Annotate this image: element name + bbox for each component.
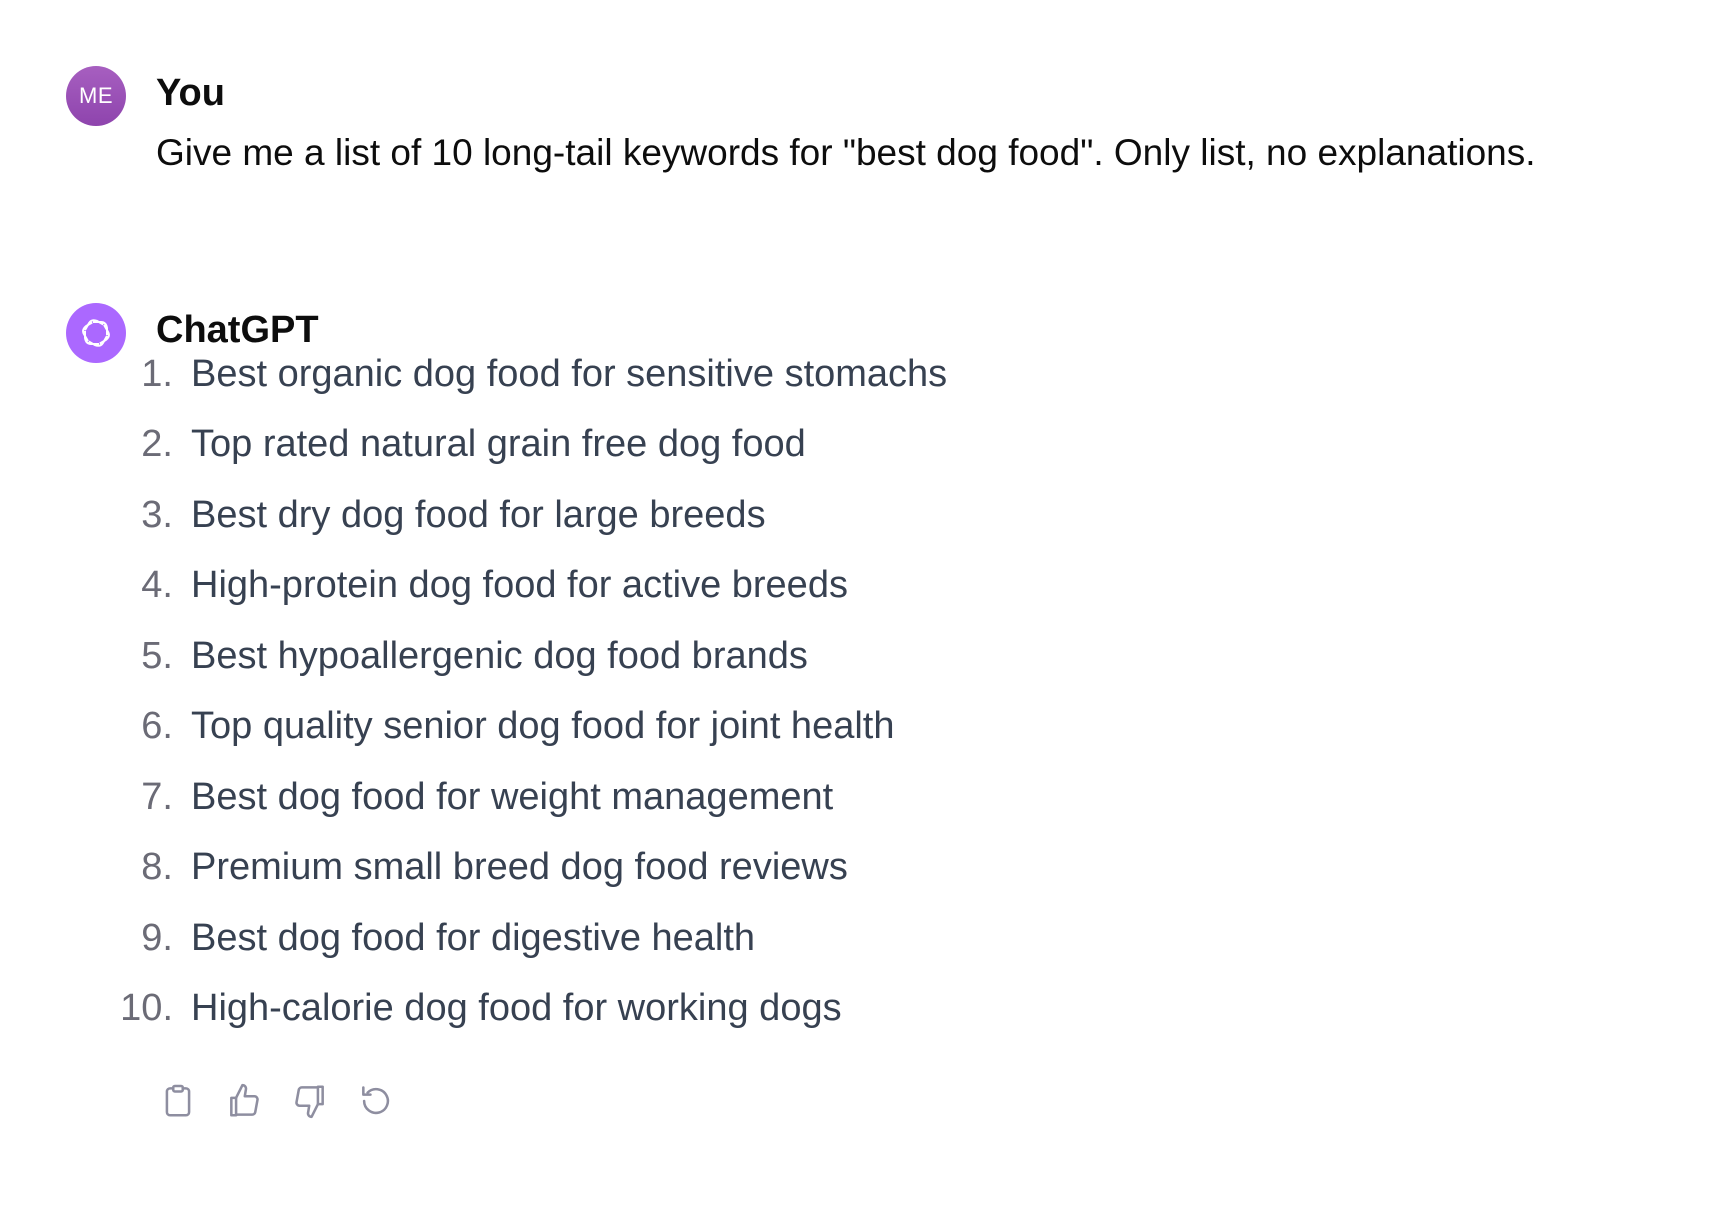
list-item-number: 2. xyxy=(141,423,173,466)
list-item-number: 10. xyxy=(120,987,173,1030)
list-item-number: 9. xyxy=(141,916,173,959)
list-item-text: Best dog food for digestive health xyxy=(191,916,756,959)
list-item: 1. Best organic dog food for sensitive s… xyxy=(66,339,947,410)
list-item-number: 3. xyxy=(141,493,173,536)
list-item-number: 7. xyxy=(141,775,173,818)
list-item: 7. Best dog food for weight management xyxy=(66,762,947,833)
list-item-text: Premium small breed dog food reviews xyxy=(191,846,848,889)
list-item-text: Best hypoallergenic dog food brands xyxy=(191,634,808,677)
list-item-text: High-calorie dog food for working dogs xyxy=(191,987,842,1030)
list-item: 8. Premium small breed dog food reviews xyxy=(66,833,947,904)
thumbs-up-icon xyxy=(230,1083,259,1117)
list-item-number: 4. xyxy=(141,564,173,607)
regenerate-icon xyxy=(362,1086,390,1115)
clipboard-icon xyxy=(165,1084,191,1117)
message-actions xyxy=(158,1081,396,1121)
list-item-text: Top rated natural grain free dog food xyxy=(191,423,806,466)
list-item-number: 5. xyxy=(141,634,173,677)
list-item: 10. High-calorie dog food for working do… xyxy=(66,974,947,1045)
list-item-text: Best organic dog food for sensitive stom… xyxy=(191,352,948,395)
list-item: 2. Top rated natural grain free dog food xyxy=(66,410,947,481)
list-item-text: Best dry dog food for large breeds xyxy=(191,493,766,536)
list-item: 6. Top quality senior dog food for joint… xyxy=(66,692,947,763)
answer-list: 1. Best organic dog food for sensitive s… xyxy=(66,339,947,1044)
list-item-text: Top quality senior dog food for joint he… xyxy=(191,705,895,748)
list-item: 3. Best dry dog food for large breeds xyxy=(66,480,947,551)
list-item-number: 6. xyxy=(141,705,173,748)
list-item-number: 1. xyxy=(141,352,173,395)
thumbs-up-button[interactable] xyxy=(224,1081,264,1121)
list-item: 9. Best dog food for digestive health xyxy=(66,903,947,974)
thumbs-down-icon xyxy=(295,1085,324,1119)
copy-button[interactable] xyxy=(158,1081,198,1121)
user-avatar[interactable]: ME xyxy=(66,66,126,126)
list-item: 4. High-protein dog food for active bree… xyxy=(66,551,947,622)
user-message-text: Give me a list of 10 long-tail keywords … xyxy=(156,132,1536,173)
chat-page: ME You Give me a list of 10 long-tail ke… xyxy=(0,0,1722,1222)
thumbs-down-button[interactable] xyxy=(290,1081,330,1121)
user-avatar-initials: ME xyxy=(79,83,113,108)
list-item: 5. Best hypoallergenic dog food brands xyxy=(66,621,947,692)
regenerate-button[interactable] xyxy=(356,1081,396,1121)
list-item-text: Best dog food for weight management xyxy=(191,775,834,818)
user-author-name: You xyxy=(156,72,225,114)
list-item-text: High-protein dog food for active breeds xyxy=(191,564,848,607)
list-item-number: 8. xyxy=(141,846,173,889)
